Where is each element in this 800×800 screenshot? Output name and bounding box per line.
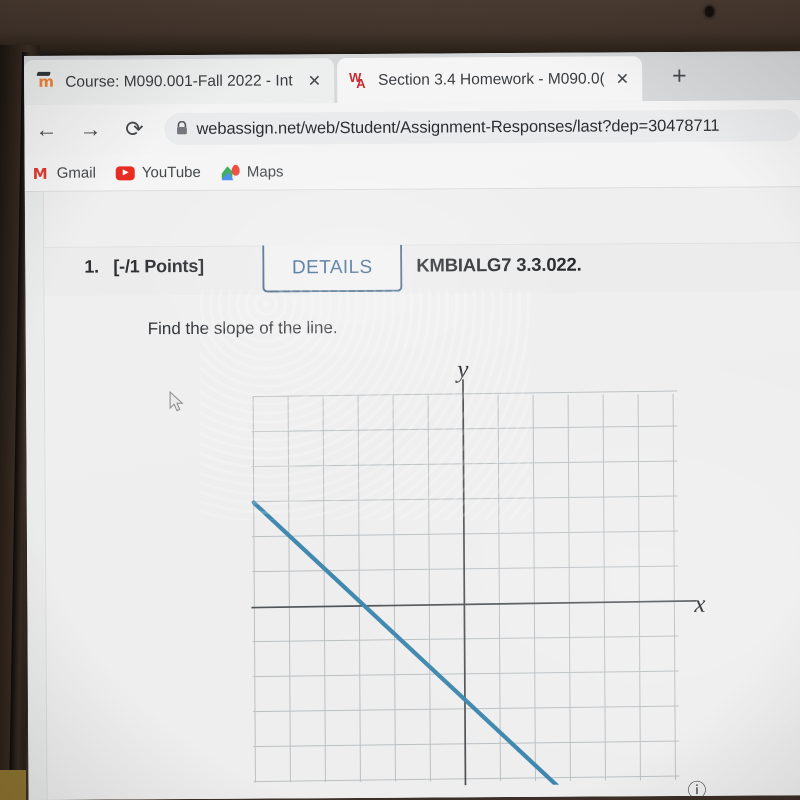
close-icon[interactable]: ✕: [613, 69, 633, 89]
axes: [251, 379, 697, 786]
close-icon[interactable]: ✕: [305, 71, 325, 91]
gmail-icon: M: [32, 164, 48, 183]
graph-svg: y x: [251, 356, 706, 800]
tab-title: Course: M090.001-Fall 2022 - Int: [65, 71, 293, 91]
bookmark-label: Gmail: [56, 164, 96, 182]
browser-tab-homework[interactable]: WA Section 3.4 Homework - M090.0( ✕: [337, 56, 643, 104]
bookmark-label: Maps: [246, 163, 284, 181]
youtube-icon: [115, 165, 135, 181]
webassign-page: 1. [-/1 Points] DETAILS KMBIALG7 3.3.022…: [24, 187, 800, 800]
browser-toolbar: ← → ⟳ webassign.net/web/Student/Assignme…: [24, 100, 800, 155]
browser-tab-course[interactable]: m Course: M090.001-Fall 2022 - Int ✕: [24, 58, 335, 105]
bookmarks-bar: M Gmail YouTube Maps: [24, 150, 800, 192]
question-number: 1.: [84, 256, 99, 277]
google-maps-icon: [221, 164, 240, 180]
webcam-icon: [705, 6, 714, 17]
question-points: [-/1 Points]: [113, 255, 204, 277]
lock-icon: [176, 120, 187, 138]
info-icon[interactable]: ⓘ: [687, 776, 706, 800]
x-axis-label: x: [693, 591, 705, 618]
y-axis: [462, 379, 467, 786]
bookmark-maps[interactable]: Maps: [221, 163, 284, 181]
back-icon[interactable]: ←: [24, 117, 68, 143]
tab-title: Section 3.4 Homework - M090.0(: [378, 69, 604, 89]
mouse-cursor: [169, 391, 184, 412]
address-bar-url: webassign.net/web/Student/Assignment-Res…: [196, 116, 720, 138]
new-tab-button[interactable]: +: [672, 62, 687, 90]
y-axis-label: y: [454, 363, 469, 383]
x-axis: [251, 600, 697, 609]
question-number-and-points: 1. [-/1 Points]: [84, 256, 204, 278]
details-button[interactable]: DETAILS: [262, 244, 403, 293]
forward-icon[interactable]: →: [68, 116, 112, 142]
bookmark-label: YouTube: [141, 163, 201, 182]
laptop-screen-photo: m Course: M090.001-Fall 2022 - Int ✕ WA …: [0, 0, 800, 800]
coordinate-graph: y x ⓘ: [45, 356, 800, 800]
laptop-bezel-top: [0, 0, 800, 57]
question-prompt: Find the slope of the line.: [147, 318, 338, 339]
reload-icon[interactable]: ⟳: [112, 116, 156, 142]
bookmark-youtube[interactable]: YouTube: [115, 163, 201, 182]
browser-window: m Course: M090.001-Fall 2022 - Int ✕ WA …: [24, 51, 800, 800]
bezel-texture: [0, 0, 800, 57]
question-panel: 1. [-/1 Points] DETAILS KMBIALG7 3.3.022…: [42, 187, 800, 800]
desk-background: [0, 770, 26, 800]
moodle-icon: m: [36, 71, 55, 91]
browser-tab-strip: m Course: M090.001-Fall 2022 - Int ✕ WA …: [24, 51, 800, 105]
bookmark-gmail[interactable]: M Gmail: [31, 164, 96, 183]
address-bar[interactable]: webassign.net/web/Student/Assignment-Res…: [164, 109, 800, 146]
question-code: KMBIALG7 3.3.022.: [416, 253, 582, 276]
webassign-icon: WA: [349, 69, 365, 91]
